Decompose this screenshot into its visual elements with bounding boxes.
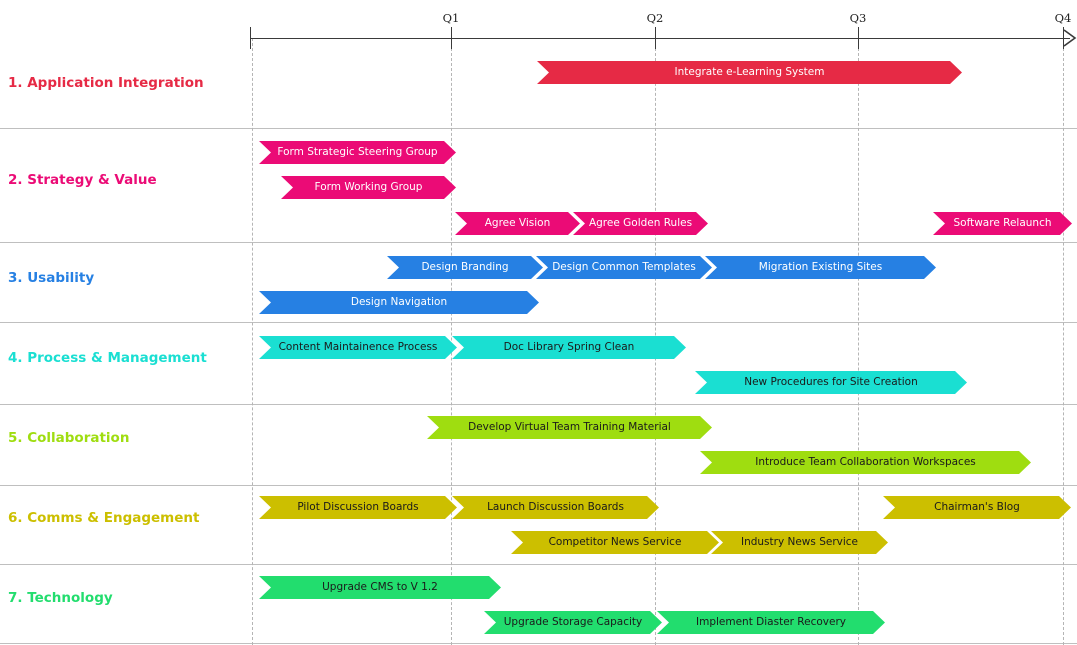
task-bar-label: Integrate e-Learning System bbox=[674, 66, 825, 79]
task-bar-label: Form Strategic Steering Group bbox=[277, 146, 438, 159]
task-bar-label: Agree Vision bbox=[484, 217, 551, 230]
category-label-5: 5. Collaboration bbox=[8, 430, 130, 446]
quarter-gridline bbox=[1063, 38, 1064, 645]
task-bar-label: Form Working Group bbox=[314, 181, 423, 194]
task-bar-label: Upgrade Storage Capacity bbox=[503, 616, 643, 629]
category-label-4: 4. Process & Management bbox=[8, 350, 207, 366]
task-bar-label: Competitor News Service bbox=[548, 536, 682, 549]
task-bar[interactable]: Agree Vision bbox=[455, 212, 580, 235]
task-bar-label: Chairman's Blog bbox=[934, 501, 1020, 514]
timeline-arrow-icon bbox=[1062, 29, 1077, 47]
quarter-gridline bbox=[451, 38, 452, 645]
task-bar-label: Upgrade CMS to V 1.2 bbox=[322, 581, 438, 594]
task-bar[interactable]: Develop Virtual Team Training Material bbox=[427, 416, 712, 439]
task-bar[interactable]: Upgrade CMS to V 1.2 bbox=[259, 576, 501, 599]
task-bar[interactable]: Form Working Group bbox=[281, 176, 456, 199]
axis-tick-label: Q1 bbox=[442, 11, 460, 25]
task-bar-label: Content Maintainence Process bbox=[278, 341, 438, 354]
task-bar[interactable]: Agree Golden Rules bbox=[573, 212, 708, 235]
row-separator bbox=[0, 322, 1077, 323]
task-bar[interactable]: Design Navigation bbox=[259, 291, 539, 314]
task-bar-label: Develop Virtual Team Training Material bbox=[468, 421, 671, 434]
task-bar[interactable]: Chairman's Blog bbox=[883, 496, 1071, 519]
axis-tick bbox=[655, 27, 656, 49]
task-bar-label: Doc Library Spring Clean bbox=[503, 341, 635, 354]
category-label-2: 2. Strategy & Value bbox=[8, 172, 157, 188]
task-bar[interactable]: Doc Library Spring Clean bbox=[452, 336, 686, 359]
axis-tick-label: Q4 bbox=[1054, 11, 1072, 25]
category-label-6: 6. Comms & Engagement bbox=[8, 510, 200, 526]
row-separator bbox=[0, 128, 1077, 129]
task-bar[interactable]: Design Branding bbox=[387, 256, 543, 279]
task-bar[interactable]: Launch Discussion Boards bbox=[452, 496, 659, 519]
roadmap-canvas: Q1 Q2 Q3 Q4 1. Application Integration 2. St… bbox=[0, 0, 1077, 645]
task-bar[interactable]: Competitor News Service bbox=[511, 531, 719, 554]
timeline-axis-line bbox=[250, 38, 1070, 39]
task-bar-label: Software Relaunch bbox=[953, 217, 1052, 230]
task-bar-label: Agree Golden Rules bbox=[588, 217, 693, 230]
timeline-axis-origin-tick bbox=[250, 27, 251, 49]
task-bar-label: Pilot Discussion Boards bbox=[297, 501, 419, 514]
task-bar-label: Introduce Team Collaboration Workspaces bbox=[755, 456, 976, 469]
axis-tick-label: Q2 bbox=[646, 11, 664, 25]
task-bar-label: Design Common Templates bbox=[552, 261, 696, 274]
task-bar-label: Implement Diaster Recovery bbox=[696, 616, 846, 629]
axis-tick bbox=[451, 27, 452, 49]
task-bar[interactable]: Pilot Discussion Boards bbox=[259, 496, 457, 519]
task-bar[interactable]: Content Maintainence Process bbox=[259, 336, 457, 359]
category-label-7: 7. Technology bbox=[8, 590, 113, 606]
task-bar[interactable]: Migration Existing Sites bbox=[705, 256, 936, 279]
task-bar-label: Design Branding bbox=[421, 261, 509, 274]
row-separator bbox=[0, 485, 1077, 486]
row-separator bbox=[0, 242, 1077, 243]
task-bar[interactable]: Implement Diaster Recovery bbox=[657, 611, 885, 634]
axis-tick bbox=[858, 27, 859, 49]
task-bar-label: Industry News Service bbox=[740, 536, 859, 549]
task-bar-label: Launch Discussion Boards bbox=[487, 501, 624, 514]
row-separator bbox=[0, 564, 1077, 565]
task-bar-label: Migration Existing Sites bbox=[758, 261, 883, 274]
task-bar[interactable]: Software Relaunch bbox=[933, 212, 1072, 235]
task-bar[interactable]: Integrate e-Learning System bbox=[537, 61, 962, 84]
category-label-1: 1. Application Integration bbox=[8, 75, 204, 91]
task-bar[interactable]: Form Strategic Steering Group bbox=[259, 141, 456, 164]
task-bar-label: Design Navigation bbox=[350, 296, 448, 309]
row-separator bbox=[0, 643, 1077, 644]
row-separator bbox=[0, 404, 1077, 405]
task-bar[interactable]: Upgrade Storage Capacity bbox=[484, 611, 662, 634]
category-label-3: 3. Usability bbox=[8, 270, 95, 286]
task-bar-label: New Procedures for Site Creation bbox=[744, 376, 918, 389]
quarter-gridline bbox=[252, 38, 253, 645]
task-bar[interactable]: Introduce Team Collaboration Workspaces bbox=[700, 451, 1031, 474]
task-bar[interactable]: Design Common Templates bbox=[536, 256, 712, 279]
task-bar[interactable]: Industry News Service bbox=[711, 531, 888, 554]
task-bar[interactable]: New Procedures for Site Creation bbox=[695, 371, 967, 394]
axis-tick-label: Q3 bbox=[849, 11, 867, 25]
